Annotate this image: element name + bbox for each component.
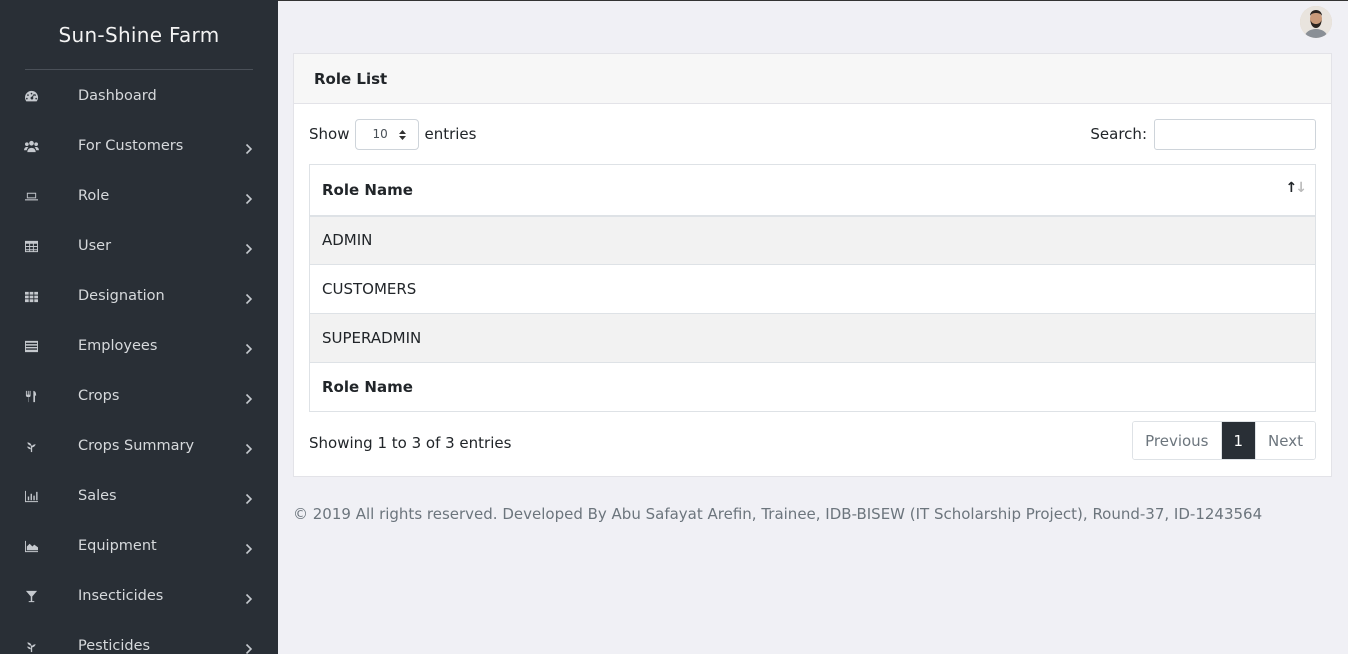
table-row[interactable]: CUSTOMERS xyxy=(309,264,1316,314)
table-row[interactable]: ADMIN xyxy=(309,215,1316,265)
plant-icon xyxy=(23,439,39,453)
sidebar-item-sales[interactable]: Sales xyxy=(0,471,278,521)
chevron-right-icon xyxy=(245,440,253,455)
sidebar: Sun-Shine Farm Dashboard For Customers R… xyxy=(0,0,278,654)
sidebar-item-label: Designation xyxy=(78,288,165,304)
sidebar-item-crops[interactable]: Crops xyxy=(0,371,278,421)
chevron-right-icon xyxy=(245,590,253,605)
sidebar-item-label: Dashboard xyxy=(78,88,157,104)
chevron-right-icon xyxy=(245,390,253,405)
sidebar-item-employees[interactable]: Employees xyxy=(0,321,278,371)
previous-page-button[interactable]: Previous xyxy=(1133,422,1221,459)
sidebar-item-designation[interactable]: Designation xyxy=(0,271,278,321)
top-navbar xyxy=(278,0,1348,42)
next-page-button[interactable]: Next xyxy=(1255,422,1315,459)
show-label: Show xyxy=(309,125,350,143)
sidebar-item-label: Employees xyxy=(78,338,158,354)
sidebar-item-label: Pesticides xyxy=(78,638,151,654)
sort-icon: ↑↓ xyxy=(1285,180,1307,196)
utensils-icon xyxy=(23,389,39,403)
sidebar-item-label: Crops xyxy=(78,388,120,404)
sidebar-item-dashboard[interactable]: Dashboard xyxy=(0,71,278,121)
role-name-cell: SUPERADMIN xyxy=(309,313,1316,363)
sidebar-item-pesticides[interactable]: Pesticides xyxy=(0,621,278,654)
sidebar-item-label: Equipment xyxy=(78,538,157,554)
avatar-icon xyxy=(1300,6,1332,38)
table-icon xyxy=(23,239,39,253)
table-header-row: Role Name ↑↓ xyxy=(309,164,1316,217)
chevron-right-icon xyxy=(245,490,253,505)
chevron-right-icon xyxy=(245,290,253,305)
entries-select-value: 10 xyxy=(372,127,388,141)
search-input[interactable] xyxy=(1154,118,1316,150)
sidebar-item-label: For Customers xyxy=(78,138,184,154)
chevron-right-icon xyxy=(245,640,253,654)
length-control: Show 10 entries xyxy=(309,118,476,150)
user-avatar[interactable] xyxy=(1300,6,1332,38)
entries-select[interactable]: 10 xyxy=(355,118,420,150)
page-1-button[interactable]: 1 xyxy=(1220,422,1256,459)
sidebar-item-equipment[interactable]: Equipment xyxy=(0,521,278,571)
pagination: Previous 1 Next xyxy=(1132,421,1316,460)
card-title: Role List xyxy=(294,54,1331,104)
glass-icon xyxy=(23,589,39,603)
chevron-right-icon xyxy=(245,140,253,155)
table-info: Showing 1 to 3 of 3 entries xyxy=(309,434,512,452)
sidebar-item-for-customers[interactable]: For Customers xyxy=(0,121,278,171)
sidebar-item-user[interactable]: User xyxy=(0,221,278,271)
sidebar-item-label: User xyxy=(78,238,112,254)
users-icon xyxy=(23,139,39,153)
role-name-cell: ADMIN xyxy=(309,215,1316,265)
table-controls: Show 10 entries Search: xyxy=(309,118,1316,150)
brand-title[interactable]: Sun-Shine Farm xyxy=(0,0,278,70)
table-footer-row: Role Name xyxy=(309,362,1316,412)
roles-table: Role Name ↑↓ ADMIN CUSTOMERS SUPERADMIN … xyxy=(309,164,1316,412)
sidebar-item-crops-summary[interactable]: Crops Summary xyxy=(0,421,278,471)
grid-icon xyxy=(23,289,39,303)
table-row[interactable]: SUPERADMIN xyxy=(309,313,1316,363)
search-control: Search: xyxy=(1090,118,1316,150)
laptop-icon xyxy=(23,189,39,203)
search-label: Search: xyxy=(1090,125,1147,143)
sidebar-item-label: Crops Summary xyxy=(78,438,195,454)
sidebar-item-label: Sales xyxy=(78,488,117,504)
chevron-right-icon xyxy=(245,240,253,255)
sort-caret-icon xyxy=(399,129,407,141)
chevron-right-icon xyxy=(245,190,253,205)
column-footer-role-name: Role Name xyxy=(309,362,1316,412)
chevron-right-icon xyxy=(245,540,253,555)
column-header-label: Role Name xyxy=(322,180,413,199)
sidebar-nav: Dashboard For Customers Role User Design… xyxy=(0,71,278,654)
sidebar-item-insecticides[interactable]: Insecticides xyxy=(0,571,278,621)
sidebar-item-role[interactable]: Role xyxy=(0,171,278,221)
area-chart-icon xyxy=(23,539,39,553)
role-list-card: Role List Show 10 entries Search: Role N… xyxy=(293,53,1332,477)
column-header-role-name[interactable]: Role Name ↑↓ xyxy=(309,164,1316,217)
sidebar-item-label: Role xyxy=(78,188,110,204)
list-icon xyxy=(23,339,39,353)
role-name-cell: CUSTOMERS xyxy=(309,264,1316,314)
plant-icon xyxy=(23,639,39,653)
copyright-footer: © 2019 All rights reserved. Developed By… xyxy=(293,505,1263,523)
dashboard-icon xyxy=(23,89,39,103)
bar-chart-icon xyxy=(23,489,39,503)
sidebar-item-label: Insecticides xyxy=(78,588,164,604)
entries-label: entries xyxy=(424,125,477,143)
chevron-right-icon xyxy=(245,340,253,355)
